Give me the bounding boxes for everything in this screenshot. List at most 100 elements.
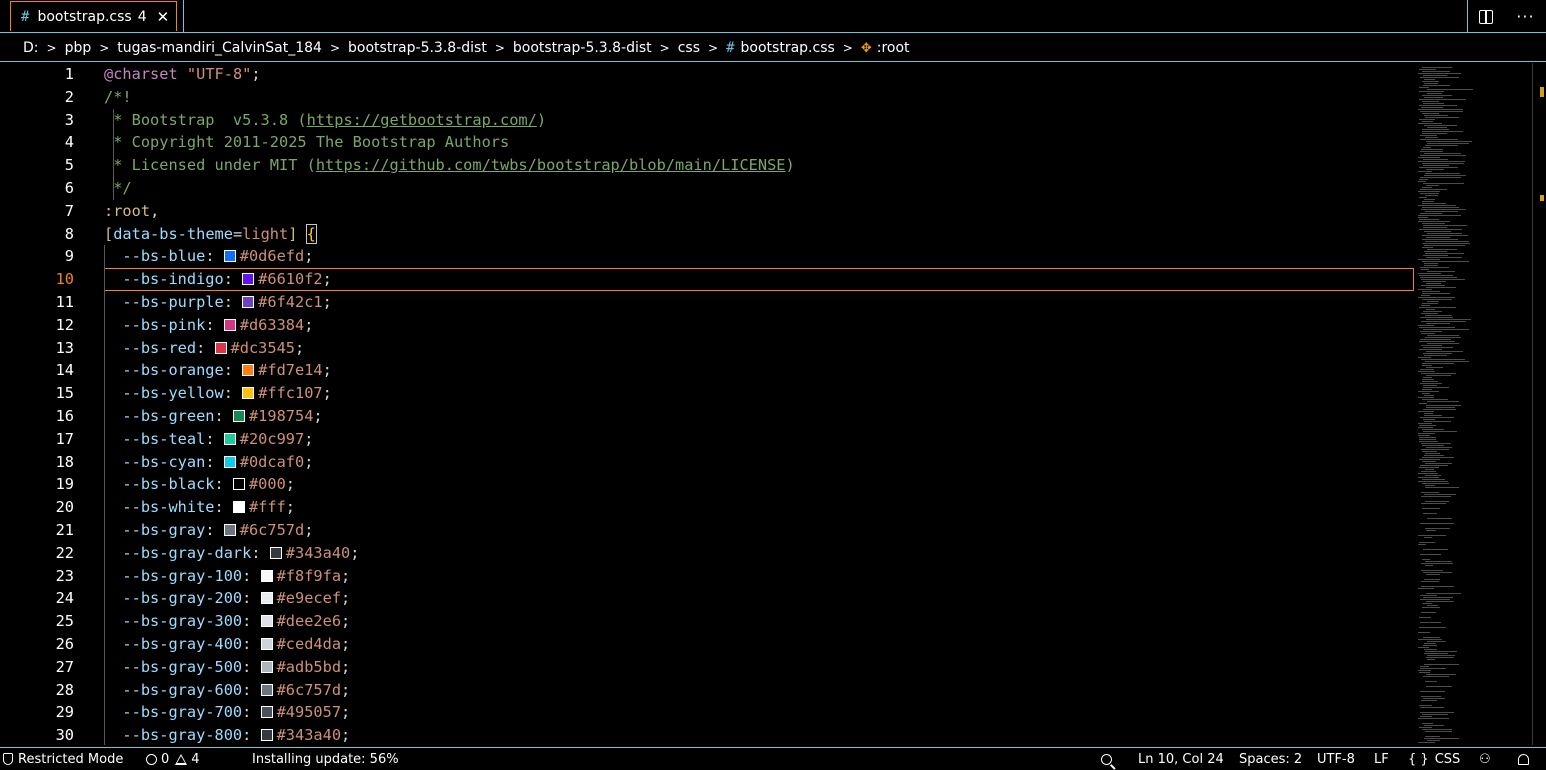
breadcrumb-segment[interactable]: bootstrap-5.3.8-dist xyxy=(348,40,487,56)
breadcrumb-segment[interactable]: tugas-mandiri_CalvinSat_184 xyxy=(117,40,322,56)
code-line[interactable]: :root, xyxy=(104,200,1414,223)
code-line[interactable]: --bs-purple: #6f42c1; xyxy=(104,290,1414,314)
code-link[interactable]: https://github.com/twbs/bootstrap/blob/m… xyxy=(316,156,786,174)
minimap-line xyxy=(1422,429,1444,430)
eol-selector[interactable]: LF xyxy=(1374,748,1389,770)
cursor-position[interactable]: Ln 10, Col 24 xyxy=(1138,748,1224,770)
problems-indicator[interactable]: 0 4 xyxy=(146,748,200,770)
code-line[interactable]: --bs-gray-400: #ced4da; xyxy=(104,632,1414,656)
code-line[interactable]: --bs-gray-300: #dee2e6; xyxy=(104,610,1414,633)
code-area[interactable]: @charset "UTF-8";/*! * Bootstrap v5.3.8 … xyxy=(104,63,1414,745)
color-swatch[interactable] xyxy=(232,478,245,491)
code-line[interactable]: --bs-red: #dc3545; xyxy=(104,336,1414,360)
color-swatch[interactable] xyxy=(214,341,227,354)
notifications-button[interactable] xyxy=(1518,748,1529,770)
code-line[interactable]: --bs-yellow: #ffc107; xyxy=(104,382,1414,405)
zoom-button[interactable] xyxy=(1101,748,1112,770)
code-line[interactable]: --bs-cyan: #0dcaf0; xyxy=(104,450,1414,474)
code-link[interactable]: https://getbootstrap.com/ xyxy=(307,111,537,129)
more-actions-icon[interactable]: ··· xyxy=(1516,7,1534,26)
code-line[interactable]: --bs-gray-700: #495057; xyxy=(104,701,1414,725)
minimap-line xyxy=(1424,83,1438,84)
code-line[interactable]: [data-bs-theme=light] { xyxy=(104,223,1414,246)
color-swatch[interactable] xyxy=(269,546,282,559)
minimap-line xyxy=(1427,740,1440,741)
breadcrumb-file[interactable]: # bootstrap.css xyxy=(726,40,835,56)
color-swatch[interactable] xyxy=(232,501,245,514)
color-swatch[interactable] xyxy=(260,615,273,628)
indent-guide xyxy=(104,245,105,269)
color-swatch[interactable] xyxy=(260,706,273,719)
code-line[interactable]: * Copyright 2011-2025 The Bootstrap Auth… xyxy=(104,131,1414,155)
color-swatch[interactable] xyxy=(223,432,236,445)
minimap-line xyxy=(1422,239,1458,240)
indentation-selector[interactable]: Spaces: 2 xyxy=(1239,748,1302,770)
tab-bootstrap-css[interactable]: # bootstrap.css 4 ✕ xyxy=(10,1,177,31)
code-line[interactable]: --bs-gray-500: #adb5bd; xyxy=(104,655,1414,679)
minimap-line xyxy=(1419,727,1432,728)
code-line[interactable]: --bs-gray: #6c757d; xyxy=(104,518,1414,542)
code-line[interactable]: * Licensed under MIT (https://github.com… xyxy=(104,154,1414,177)
restricted-mode-indicator[interactable]: Restricted Mode xyxy=(3,748,123,770)
color-swatch[interactable] xyxy=(260,729,273,742)
color-swatch[interactable] xyxy=(242,273,255,286)
encoding-selector[interactable]: UTF-8 xyxy=(1317,748,1355,770)
code-editor[interactable]: 1 2 3 4 5 6 7 8 9 10 11 12 13 14 15 16 17 18 19 20 21 22 23 24 2… xyxy=(0,63,1546,745)
minimap-line xyxy=(1418,161,1465,162)
update-status[interactable]: Installing update: 56% xyxy=(252,748,399,770)
vertical-scrollbar[interactable] xyxy=(1532,63,1546,745)
indent-guide xyxy=(104,587,105,611)
code-line[interactable]: --bs-orange: #fd7e14; xyxy=(104,359,1414,383)
color-swatch[interactable] xyxy=(242,364,255,377)
code-line[interactable]: /*! xyxy=(104,86,1414,109)
color-swatch[interactable] xyxy=(260,660,273,673)
minimap-line xyxy=(1418,217,1428,218)
breadcrumb-symbol[interactable]: ✥:root xyxy=(861,40,910,56)
breadcrumb-segment[interactable]: css xyxy=(678,40,700,56)
code-line[interactable]: */ xyxy=(104,176,1414,200)
indent-guide xyxy=(104,404,105,428)
color-swatch[interactable] xyxy=(260,569,273,582)
line-number: 25 xyxy=(55,612,74,631)
close-icon[interactable]: ✕ xyxy=(157,8,170,26)
code-line[interactable]: @charset "UTF-8"; xyxy=(104,63,1414,86)
code-line[interactable]: --bs-teal: #20c997; xyxy=(104,427,1414,451)
color-swatch[interactable] xyxy=(223,318,236,331)
color-swatch[interactable] xyxy=(242,295,255,308)
code-line[interactable]: * Bootstrap v5.3.8 (https://getbootstrap… xyxy=(104,108,1414,132)
code-line[interactable]: --bs-gray-dark: #343a40; xyxy=(104,541,1414,565)
color-swatch[interactable] xyxy=(232,409,245,422)
color-swatch[interactable] xyxy=(260,637,273,650)
breadcrumb-segment[interactable]: pbp xyxy=(65,40,92,56)
code-line[interactable]: --bs-black: #000; xyxy=(104,473,1414,497)
minimap-line xyxy=(1426,323,1450,324)
color-swatch[interactable] xyxy=(242,387,255,400)
code-line[interactable]: --bs-gray-800: #343a40; xyxy=(104,724,1414,745)
line-number: 11 xyxy=(55,292,74,311)
code-line[interactable]: --bs-green: #198754; xyxy=(104,404,1414,428)
accounts-button[interactable]: ⚇ xyxy=(1479,748,1491,770)
breadcrumb-segment[interactable]: D: xyxy=(23,40,39,56)
color-swatch[interactable] xyxy=(260,683,273,696)
code-line[interactable]: --bs-gray-600: #6c757d; xyxy=(104,678,1414,702)
color-swatch[interactable] xyxy=(223,455,236,468)
code-line[interactable]: --bs-white: #fff; xyxy=(104,496,1414,519)
code-line[interactable]: --bs-pink: #d63384; xyxy=(104,313,1414,337)
minimap-line xyxy=(1424,643,1436,644)
color-swatch[interactable] xyxy=(223,250,236,263)
color-swatch[interactable] xyxy=(223,523,236,536)
code-line[interactable]: --bs-indigo: #6610f2; xyxy=(104,268,1414,291)
split-editor-icon[interactable] xyxy=(1479,9,1494,24)
language-mode-selector[interactable]: { } CSS xyxy=(1408,748,1460,770)
breadcrumb-segment[interactable]: bootstrap-5.3.8-dist xyxy=(513,40,652,56)
minimap[interactable] xyxy=(1414,63,1532,745)
code-line[interactable]: --bs-gray-200: #e9ecef; xyxy=(104,587,1414,611)
code-line[interactable]: --bs-gray-100: #f8f9fa; xyxy=(104,564,1414,588)
color-swatch[interactable] xyxy=(260,592,273,605)
code-line[interactable]: --bs-blue: #0d6efd; xyxy=(104,245,1414,269)
